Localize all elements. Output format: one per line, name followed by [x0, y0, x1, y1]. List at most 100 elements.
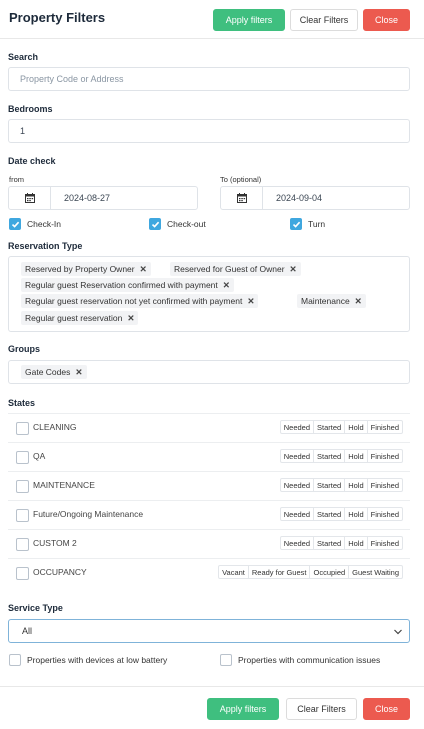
footer-apply-filters-button[interactable]: Apply filters: [207, 698, 279, 720]
check-in-checkbox[interactable]: Check-In: [9, 218, 61, 230]
tag: Gate Codes ✕: [21, 365, 87, 379]
tag: Reserved for Guest of Owner ✕: [170, 262, 301, 276]
state-option[interactable]: Needed: [281, 508, 313, 520]
search-label: Search: [8, 52, 39, 62]
search-input[interactable]: Property Code or Address: [8, 67, 410, 91]
tag: Regular guest reservation not yet confir…: [21, 294, 259, 308]
footer-close-button[interactable]: Close: [363, 698, 410, 720]
turn-checkbox[interactable]: Turn: [290, 218, 325, 230]
state-checkbox[interactable]: [16, 451, 29, 464]
state-checkbox[interactable]: [16, 422, 29, 435]
state-option[interactable]: Started: [313, 508, 344, 520]
reservation-type-label: Reservation Type: [8, 241, 83, 251]
state-option[interactable]: Started: [313, 450, 344, 462]
state-option[interactable]: Vacant: [219, 566, 248, 578]
calendar-icon: [9, 187, 51, 209]
footer-clear-filters-button[interactable]: Clear Filters: [286, 698, 357, 720]
service-type-select[interactable]: All: [8, 619, 410, 643]
remove-tag-icon[interactable]: ✕: [75, 367, 82, 378]
state-option[interactable]: Needed: [281, 537, 313, 549]
chevron-down-icon: [393, 627, 403, 639]
check-out-label: Check-out: [167, 219, 206, 229]
communication-issues-label: Properties with communication issues: [238, 655, 381, 665]
groups-label: Groups: [8, 344, 41, 354]
tag-label: Regular guest reservation: [25, 313, 123, 323]
state-option[interactable]: Hold: [344, 421, 366, 433]
state-options: Needed Started Hold Finished: [279, 420, 403, 434]
bedrooms-label: Bedrooms: [8, 104, 53, 114]
to-date-field[interactable]: 2024-09-04: [220, 186, 410, 210]
groups-select[interactable]: Gate Codes ✕: [8, 360, 410, 384]
bedrooms-value: 1: [20, 126, 26, 136]
state-option[interactable]: Needed: [281, 479, 313, 491]
state-option[interactable]: Needed: [281, 421, 313, 433]
communication-issues-checkbox[interactable]: Properties with communication issues: [220, 654, 380, 666]
state-option[interactable]: Hold: [344, 537, 366, 549]
footer-divider: [0, 686, 424, 687]
state-option[interactable]: Ready for Guest: [247, 566, 310, 578]
state-option[interactable]: Finished: [366, 508, 402, 520]
search-placeholder: Property Code or Address: [20, 74, 124, 84]
state-row-custom-2: CUSTOM 2 Needed Started Hold Finished: [8, 529, 410, 558]
states-label: States: [8, 398, 36, 408]
from-label: from: [9, 175, 24, 184]
state-options: Needed Started Hold Finished: [279, 536, 403, 550]
calendar-icon: [221, 187, 263, 209]
checkbox-box: [220, 654, 232, 666]
page-title: Property Filters: [9, 10, 106, 25]
to-date-value: 2024-09-04: [276, 193, 323, 203]
state-option[interactable]: Finished: [366, 450, 402, 462]
state-option[interactable]: Guest Waiting: [348, 566, 402, 578]
state-checkbox[interactable]: [16, 538, 29, 551]
clear-filters-button[interactable]: Clear Filters: [290, 9, 358, 31]
turn-label: Turn: [308, 219, 326, 229]
state-name: CUSTOM 2: [33, 538, 77, 548]
header-divider: [0, 38, 424, 39]
state-option[interactable]: Finished: [366, 421, 402, 433]
remove-tag-icon[interactable]: ✕: [140, 264, 147, 275]
state-name: QA: [33, 451, 46, 461]
state-option[interactable]: Finished: [366, 479, 402, 491]
from-date-value: 2024-08-27: [64, 193, 111, 203]
state-option[interactable]: Occupied: [309, 566, 348, 578]
state-option[interactable]: Needed: [281, 450, 313, 462]
checkmark-icon: [290, 218, 302, 230]
low-battery-checkbox[interactable]: Properties with devices at low battery: [9, 654, 167, 666]
tag: Maintenance ✕: [297, 294, 366, 308]
state-options: Needed Started Hold Finished: [279, 449, 403, 463]
remove-tag-icon[interactable]: ✕: [127, 313, 134, 324]
remove-tag-icon[interactable]: ✕: [355, 296, 362, 307]
state-option[interactable]: Hold: [344, 479, 366, 491]
tag-label: Reserved for Guest of Owner: [174, 264, 285, 274]
checkbox-box: [9, 654, 21, 666]
tag-label: Reserved by Property Owner: [25, 264, 135, 274]
state-option[interactable]: Started: [313, 479, 344, 491]
state-row-maintenance: MAINTENANCE Needed Started Hold Finished: [8, 471, 410, 500]
state-name: MAINTENANCE: [33, 480, 95, 490]
state-option[interactable]: Started: [313, 537, 344, 549]
state-option[interactable]: Finished: [366, 537, 402, 549]
state-checkbox[interactable]: [16, 567, 29, 580]
remove-tag-icon[interactable]: ✕: [247, 296, 254, 307]
close-button[interactable]: Close: [363, 9, 410, 31]
state-checkbox[interactable]: [16, 480, 29, 493]
tag-label: Maintenance: [301, 296, 350, 306]
tag: Regular guest reservation ✕: [21, 311, 139, 325]
state-checkbox[interactable]: [16, 509, 29, 522]
state-row-future-maintenance: Future/Ongoing Maintenance Needed Starte…: [8, 500, 410, 529]
state-option[interactable]: Hold: [344, 450, 366, 462]
reservation-type-select[interactable]: Reserved by Property Owner ✕ Reserved for…: [8, 256, 410, 332]
state-options: Needed Started Hold Finished: [279, 507, 403, 521]
state-name: OCCUPANCY: [33, 567, 87, 577]
apply-filters-button[interactable]: Apply filters: [213, 9, 285, 31]
from-date-field[interactable]: 2024-08-27: [8, 186, 198, 210]
bedrooms-input[interactable]: 1: [8, 119, 410, 143]
state-option[interactable]: Hold: [344, 508, 366, 520]
remove-tag-icon[interactable]: ✕: [223, 280, 230, 291]
check-out-checkbox[interactable]: Check-out: [149, 218, 206, 230]
state-option[interactable]: Started: [313, 421, 344, 433]
remove-tag-icon[interactable]: ✕: [290, 264, 297, 275]
checkmark-icon: [9, 218, 21, 230]
state-row-cleaning: CLEANING Needed Started Hold Finished: [8, 413, 410, 442]
tag-label: Gate Codes: [25, 367, 71, 377]
